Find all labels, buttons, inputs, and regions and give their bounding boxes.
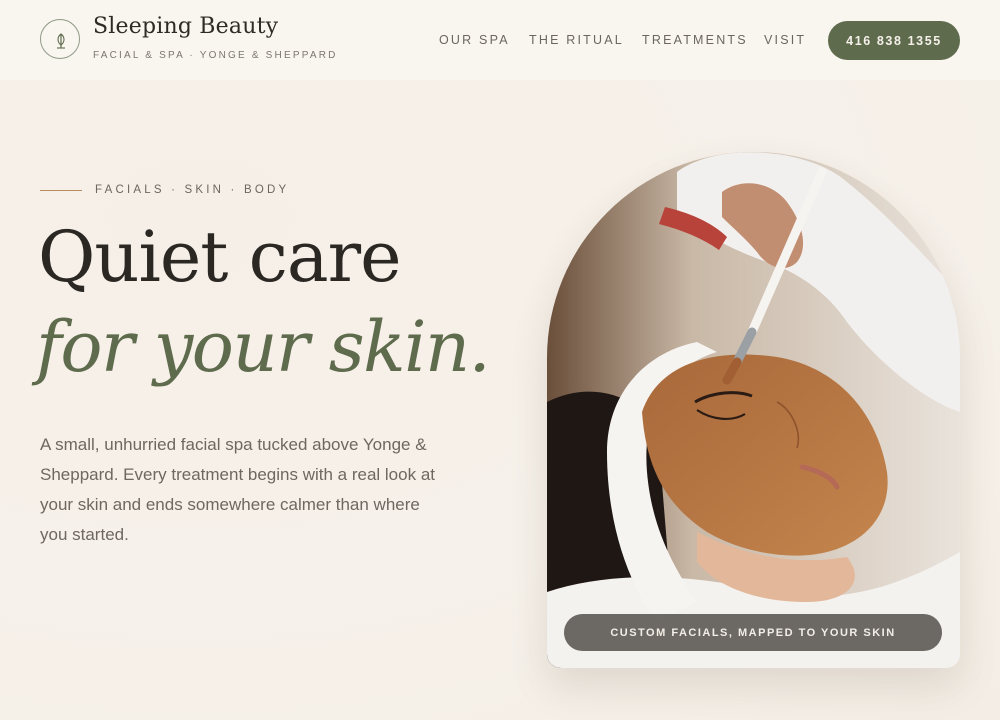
- site-header: Sleeping Beauty FACIAL & SPA · YONGE & S…: [0, 0, 1000, 80]
- nav-link-our-spa[interactable]: OUR SPA: [439, 33, 510, 47]
- hero-description: A small, unhurried facial spa tucked abo…: [40, 435, 435, 544]
- hero-headline-line2: for your skin.: [36, 306, 491, 388]
- hero-headline-line1: Quiet care: [38, 216, 401, 298]
- eyebrow-divider: [40, 190, 82, 191]
- image-caption-badge: CUSTOM FACIALS, MAPPED TO YOUR SKIN: [564, 614, 942, 651]
- nav-link-visit[interactable]: VISIT: [764, 33, 806, 47]
- brand-tagline: FACIAL & SPA · YONGE & SHEPPARD: [93, 50, 338, 61]
- hero-eyebrow: FACIALS · SKIN · BODY: [95, 184, 290, 196]
- brand-name[interactable]: Sleeping Beauty: [93, 14, 278, 39]
- nav-link-treatments[interactable]: TREATMENTS: [642, 33, 748, 47]
- phone-call-button[interactable]: 416 838 1355: [828, 21, 960, 60]
- page: Sleeping Beauty FACIAL & SPA · YONGE & S…: [0, 0, 1000, 720]
- hero-image-facial-treatment: [547, 152, 960, 668]
- nav-link-the-ritual[interactable]: THE RITUAL: [529, 33, 624, 47]
- logo-icon[interactable]: [40, 19, 80, 59]
